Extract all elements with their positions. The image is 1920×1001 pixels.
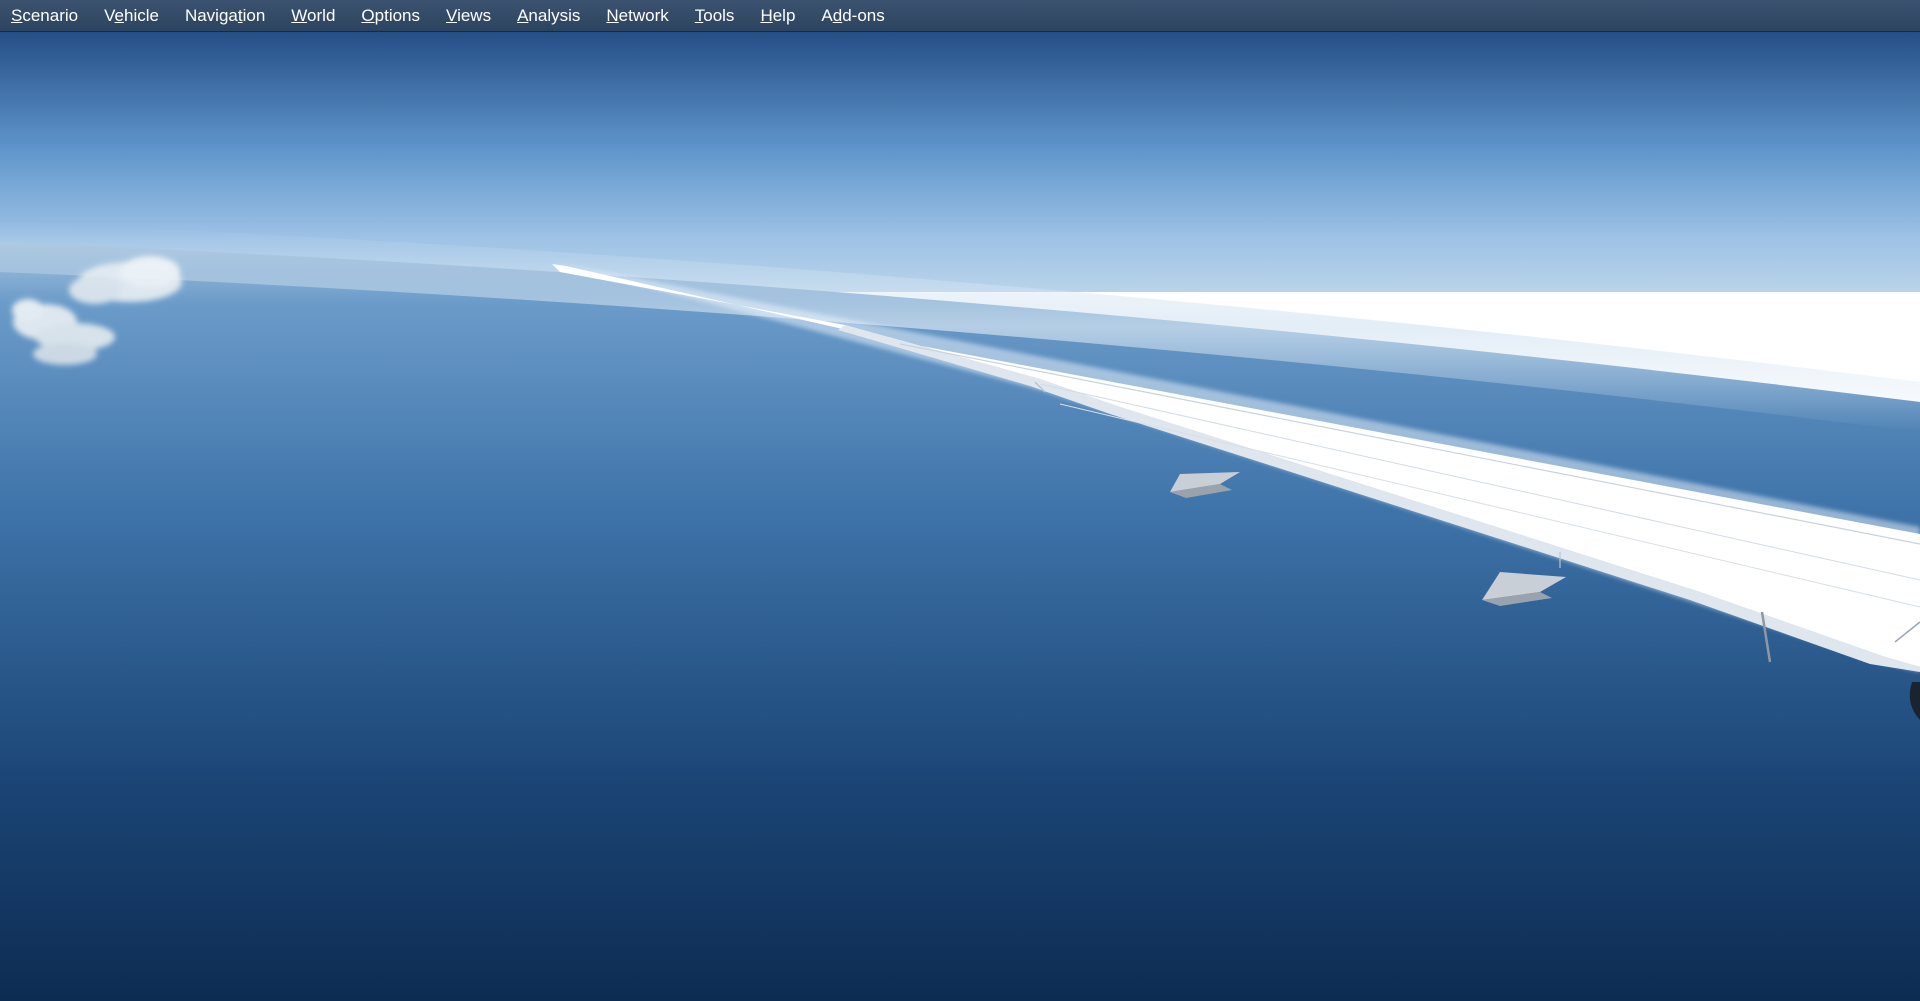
menu-addons[interactable]: Add-ons [812, 0, 893, 32]
menu-views[interactable]: Views [437, 0, 500, 32]
menu-help[interactable]: Help [751, 0, 804, 32]
flight-scene [0, 32, 1920, 1001]
3d-viewport[interactable] [0, 32, 1920, 1001]
menu-options[interactable]: Options [352, 0, 429, 32]
menu-vehicle[interactable]: Vehicle [95, 0, 168, 32]
menu-world[interactable]: World [282, 0, 344, 32]
menu-network[interactable]: Network [597, 0, 677, 32]
menu-bar: Scenario Vehicle Navigation World Option… [0, 0, 1920, 32]
simulator-window: Scenario Vehicle Navigation World Option… [0, 0, 1920, 1001]
menu-scenario[interactable]: Scenario [2, 0, 87, 32]
menu-analysis[interactable]: Analysis [508, 0, 589, 32]
menu-navigation[interactable]: Navigation [176, 0, 274, 32]
menu-tools[interactable]: Tools [686, 0, 744, 32]
